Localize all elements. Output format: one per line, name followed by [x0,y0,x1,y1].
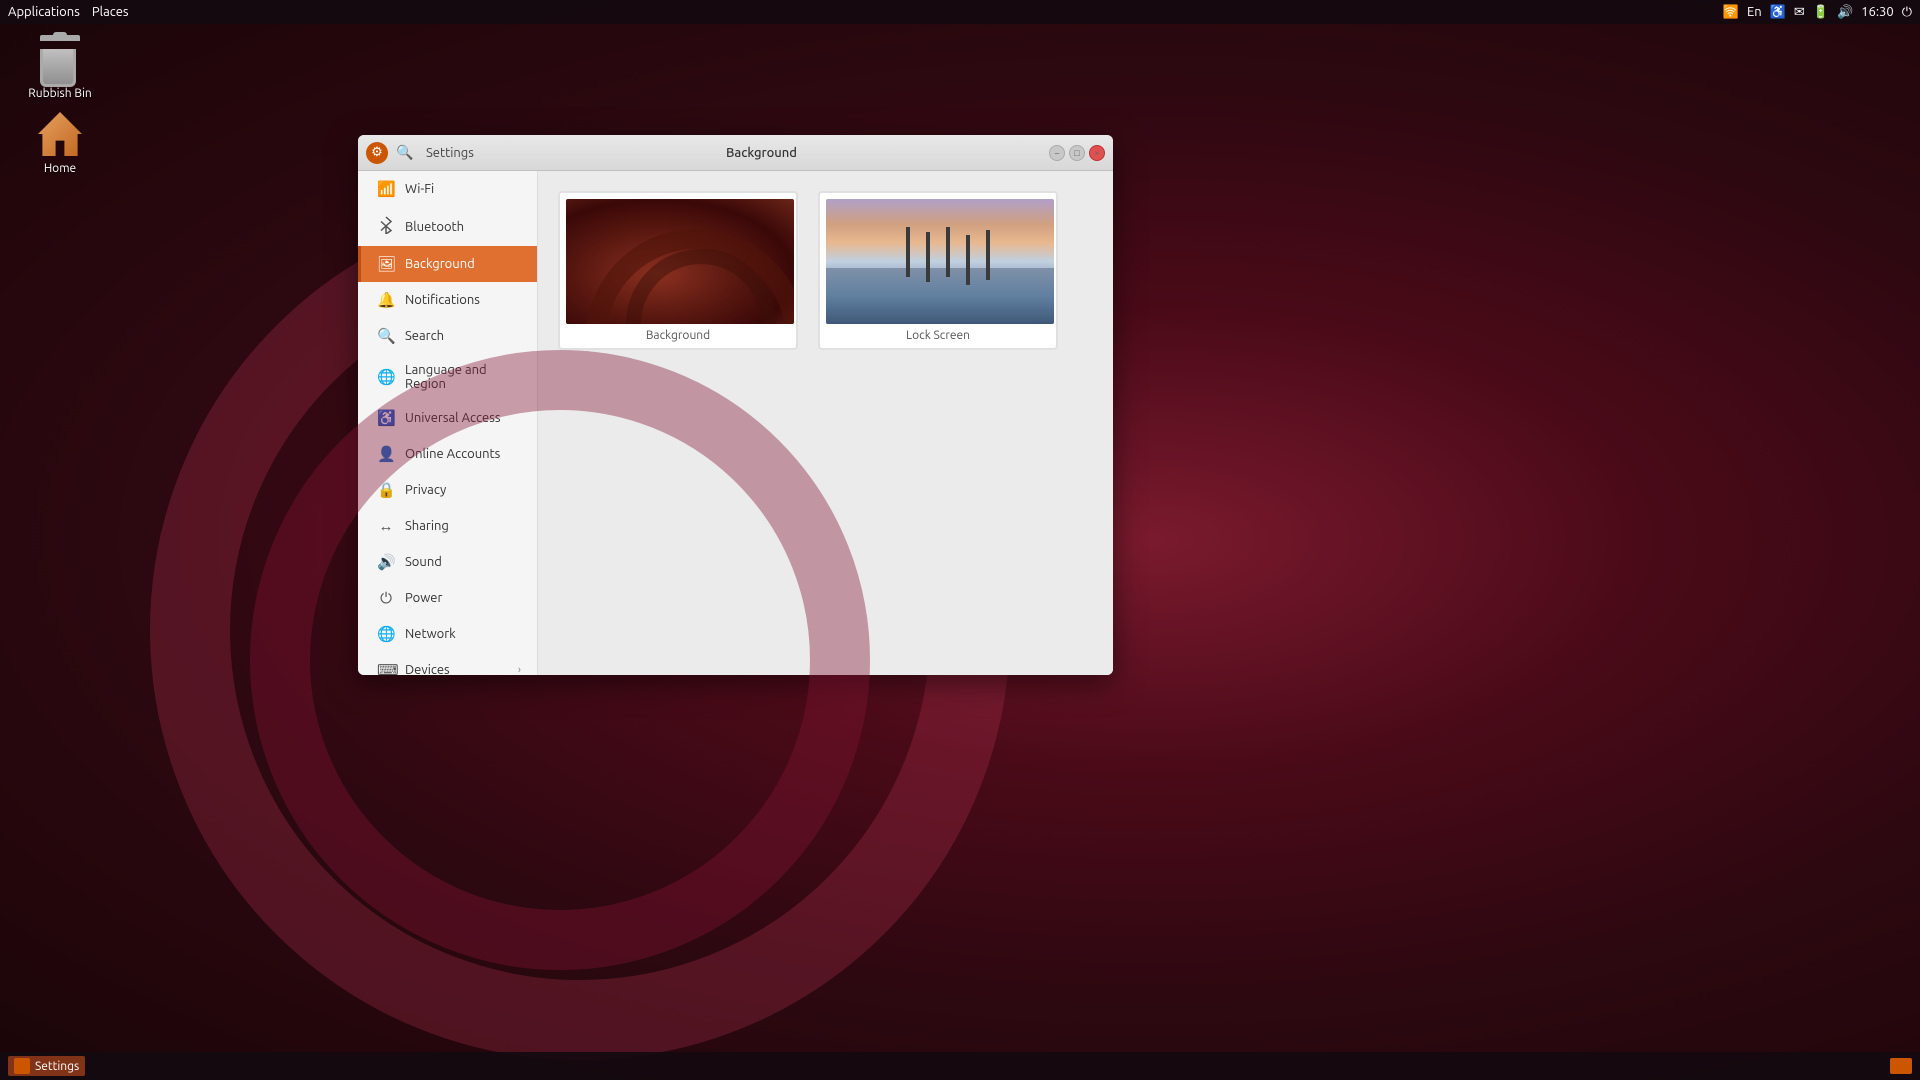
settings-window: ⚙ 🔍 Settings Background – □ × 📶 Wi-Fi [358,135,1113,675]
sidebar-item-devices[interactable]: ⌨ Devices › [358,652,537,675]
sidebar-sound-label: Sound [405,555,521,569]
lockscreen-wallpaper-card[interactable]: Lock Screen [818,191,1058,350]
wifi-icon: 📶 [377,180,395,198]
places-menu[interactable]: Places [92,5,129,19]
network-icon: 🌐 [377,625,395,643]
desktop-icons-area: Rubbish Bin Home [20,35,100,175]
bluetooth-icon [377,216,395,237]
rubbish-bin-image [36,35,84,83]
main-content: Background Lock Screen [538,171,1113,675]
sidebar-bluetooth-label: Bluetooth [405,220,521,234]
sidebar-item-language[interactable]: 🌐 Language and Region [358,354,537,400]
sidebar-item-privacy[interactable]: 🔒 Privacy [358,472,537,508]
desktop: Applications Places 🛜 En ♿ ✉ 🔋 🔊 16:30 ⏻… [0,0,1920,1080]
taskbar-settings-icon [14,1058,30,1074]
background-wallpaper-preview [566,199,794,324]
power-icon: ⏻ [377,589,395,607]
settings-gear-icon: ⚙ [366,142,388,164]
devices-icon: ⌨ [377,661,395,675]
privacy-icon: 🔒 [377,481,395,499]
sidebar-item-online-accounts[interactable]: 👤 Online Accounts [358,436,537,472]
sidebar-devices-label: Devices [405,663,508,675]
sidebar-power-label: Power [405,591,521,605]
background-wallpaper-label: Background [566,329,790,342]
minimize-button[interactable]: – [1049,145,1065,161]
titlebar-search-button[interactable]: 🔍 [394,142,416,164]
rubbish-bin-icon[interactable]: Rubbish Bin [20,35,100,100]
panel-right: 🛜 En ♿ ✉ 🔋 🔊 16:30 ⏻ [1723,5,1912,20]
lockscreen-wallpaper-preview [826,199,1054,324]
home-label: Home [44,162,76,175]
settings-sidebar: 📶 Wi-Fi Bluetooth 🖼 Background [358,171,538,675]
close-button[interactable]: × [1089,145,1105,161]
sidebar-item-network[interactable]: 🌐 Network [358,616,537,652]
sidebar-wifi-label: Wi-Fi [405,182,521,196]
universal-access-icon: ♿ [377,409,395,427]
language-icon: 🌐 [377,368,395,386]
home-folder-icon[interactable]: Home [20,110,100,175]
online-accounts-icon: 👤 [377,445,395,463]
search-sidebar-icon: 🔍 [377,327,395,345]
sidebar-item-bluetooth[interactable]: Bluetooth [358,207,537,246]
sidebar-item-sound[interactable]: 🔊 Sound [358,544,537,580]
sidebar-sharing-label: Sharing [405,519,521,533]
sidebar-privacy-label: Privacy [405,483,521,497]
power-menu-icon[interactable]: ⏻ [1902,5,1912,20]
top-panel: Applications Places 🛜 En ♿ ✉ 🔋 🔊 16:30 ⏻ [0,0,1920,24]
maximize-button[interactable]: □ [1069,145,1085,161]
sidebar-item-sharing[interactable]: ↔ Sharing [358,508,537,544]
sidebar-universal-access-label: Universal Access [405,411,521,425]
sidebar-item-notifications[interactable]: 🔔 Notifications [358,282,537,318]
background-icon: 🖼 [377,255,395,273]
trash-body [40,49,76,87]
sidebar-item-universal-access[interactable]: ♿ Universal Access [358,400,537,436]
taskbar-settings-label: Settings [35,1060,79,1073]
wifi-status-icon: 🛜 [1723,5,1739,20]
trash-graphic [40,32,80,87]
panel-left: Applications Places [8,5,129,19]
sidebar-language-label: Language and Region [405,363,521,391]
wallpaper-grid: Background Lock Screen [558,191,1093,350]
sidebar-network-label: Network [405,627,521,641]
mail-icon: ✉ [1794,5,1805,20]
language-indicator: En [1747,5,1762,19]
settings-title-label: Settings [426,146,474,160]
sidebar-background-label: Background [405,257,521,271]
sidebar-online-accounts-label: Online Accounts [405,447,521,461]
title-bar: ⚙ 🔍 Settings Background – □ × [358,135,1113,171]
devices-arrow-icon: › [518,664,521,675]
background-wallpaper-thumb [566,199,794,324]
clock: 16:30 [1861,5,1894,19]
taskbar-settings-button[interactable]: Settings [8,1056,85,1076]
sidebar-search-label: Search [405,329,521,343]
lockscreen-wallpaper-thumb [826,199,1054,324]
applications-menu[interactable]: Applications [8,5,80,19]
background-wallpaper-card[interactable]: Background [558,191,798,350]
window-controls: – □ × [1049,145,1105,161]
sharing-icon: ↔ [377,517,395,535]
accessibility-icon: ♿ [1770,5,1786,20]
lockscreen-wallpaper-label: Lock Screen [826,329,1050,342]
notifications-icon: 🔔 [377,291,395,309]
sound-icon: 🔊 [377,553,395,571]
rubbish-bin-label: Rubbish Bin [28,87,91,100]
volume-icon: 🔊 [1837,5,1853,20]
title-bar-left: ⚙ 🔍 Settings [366,142,474,164]
sidebar-notifications-label: Notifications [405,293,521,307]
home-image [36,110,84,158]
sidebar-item-wifi[interactable]: 📶 Wi-Fi [358,171,537,207]
sidebar-item-search[interactable]: 🔍 Search [358,318,537,354]
page-title: Background [474,146,1049,160]
taskbar: Settings [0,1052,1920,1080]
battery-icon: 🔋 [1813,5,1829,20]
sidebar-item-background[interactable]: 🖼 Background [358,246,537,282]
taskbar-right-widget [1890,1058,1912,1074]
sidebar-item-power[interactable]: ⏻ Power [358,580,537,616]
window-body: 📶 Wi-Fi Bluetooth 🖼 Background [358,171,1113,675]
trash-lid [40,35,80,41]
home-graphic [38,112,82,156]
